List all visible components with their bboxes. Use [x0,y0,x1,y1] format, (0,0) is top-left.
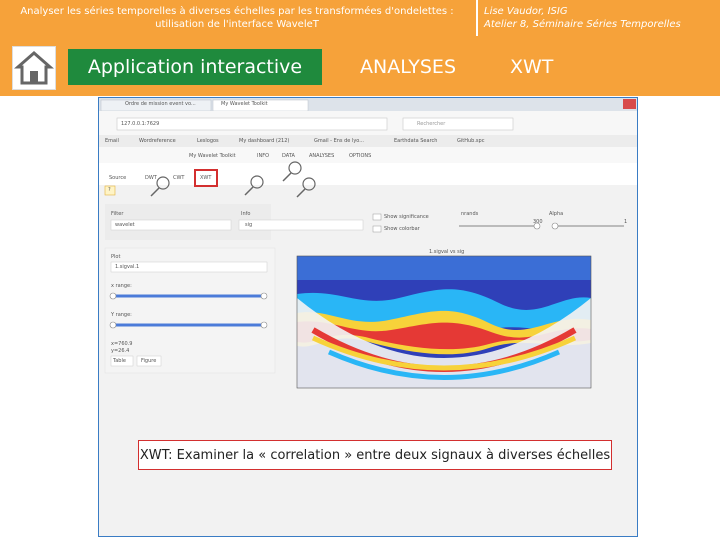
browser-tab-1[interactable]: Ordre de mission event vo... [125,101,196,107]
y-range-label: Y range: [111,312,132,318]
analysis-tab-dwt[interactable]: DWT [145,175,157,181]
analysis-tab-source[interactable]: Source [109,175,126,181]
bookmark-item[interactable]: Wordreference [139,138,176,144]
plot-title: 1.sigval vs sig [429,249,465,255]
figure-button[interactable]: Figure [141,358,156,364]
slide-author: Lise Vaudor, ISIG [484,6,568,17]
browser-tab-2[interactable]: My Wavelet Toolkit [221,101,268,107]
bookmark-item[interactable]: My dashboard (212) [239,138,289,144]
help-button[interactable]: ? [108,187,111,193]
nrands-label: nrands [461,211,479,217]
app-nav-data[interactable]: DATA [282,153,295,159]
analysis-tab-xwt[interactable]: XWT [200,175,211,181]
caption-box: XWT: Examiner la « correlation » entre d… [138,440,612,470]
tab-xwt[interactable]: XWT [510,49,553,85]
plot-label: Plot [111,254,121,260]
header-separator [476,0,478,36]
nrands-value: 300 [533,219,543,225]
browser-window [99,98,637,389]
caption-text: XWT: Examiner la « correlation » entre d… [139,447,611,463]
show-significance-checkbox[interactable]: Show significance [384,214,429,220]
filter-select[interactable]: wavelet [115,222,135,228]
x-range-label: x range: [111,283,132,289]
bookmark-item[interactable]: Email [105,138,119,144]
alpha-label: Alpha [549,211,564,217]
x-readout: x=760.9 [111,341,133,347]
url-bar[interactable]: 127.0.0.1:7629 [121,121,159,127]
app-nav-analyses[interactable]: ANALYSES [309,153,334,159]
slide-author-block: Lise Vaudor, ISIG Atelier 8, Séminaire S… [484,0,681,36]
slide-title: Analyser les séries temporelles à divers… [0,0,474,36]
home-icon [14,51,54,85]
info-label: Info [241,211,251,217]
y-readout: y=26.4 [111,348,130,354]
search-bar[interactable]: Rechercher [417,121,445,127]
home-button[interactable] [12,46,56,90]
bookmark-item[interactable]: Earthdata Search [394,138,437,144]
bookmark-item[interactable]: Leslogos [197,138,219,144]
slide-title-line1: Analyser les séries temporelles à divers… [20,6,454,17]
app-nav-info[interactable]: INFO [257,153,269,159]
tab-application-interactive[interactable]: Application interactive [68,49,322,85]
app-title: My Wavelet Toolkit [189,153,236,159]
embedded-screenshot: Ordre de mission event vo... My Wavelet … [98,97,638,537]
app-nav-options[interactable]: OPTIONS [349,153,371,159]
plot-select[interactable]: 1.sigval.1 [115,264,139,270]
info-select[interactable]: sig [245,222,252,228]
bookmark-item[interactable]: GitHub.spc [457,138,484,144]
bookmark-item[interactable]: Gmail - Ens de lyo... [314,138,364,144]
show-colorbar-checkbox[interactable]: Show colorbar [384,226,420,232]
tab-analyses[interactable]: ANALYSES [360,49,456,85]
slide-title-line2: utilisation de l'interface WaveleT [155,19,319,30]
table-button[interactable]: Table [113,358,126,364]
alpha-value: 1 [624,219,628,225]
slide-event: Atelier 8, Séminaire Séries Temporelles [484,19,681,30]
filter-label: Filter [111,211,124,217]
analysis-tab-cwt[interactable]: CWT [173,175,185,181]
